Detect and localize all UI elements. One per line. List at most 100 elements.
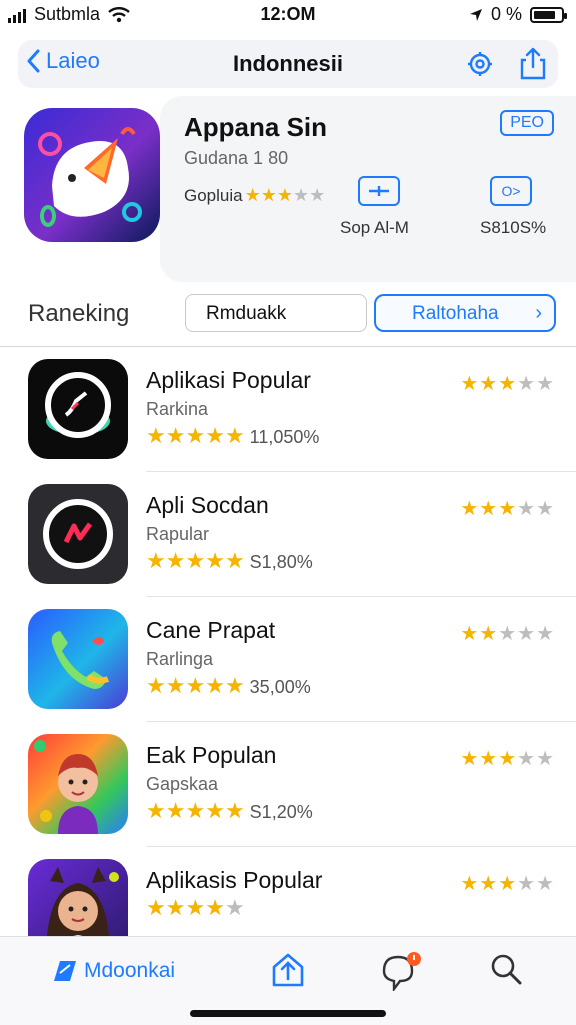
app-tab-icon [54, 961, 76, 981]
action-b-label: S810S% [480, 218, 547, 237]
search-icon[interactable] [488, 951, 524, 987]
star-icon: ★ [205, 895, 225, 920]
app-title: Eak Populan [146, 742, 277, 768]
app-stats: S1,20% [249, 802, 313, 822]
rating-stars: ★★★★★ [146, 675, 245, 698]
star-icon: ★ [244, 185, 261, 205]
app-developer: Gudana 1 80 [184, 148, 289, 168]
star-icon: ★ [293, 185, 310, 205]
star-icon: ★ [460, 498, 479, 520]
segment-option-1[interactable]: Rmduakk [185, 294, 367, 332]
app-rating: ★★★★★ S1,80% [146, 550, 313, 573]
battery-level [534, 10, 555, 19]
list-item[interactable]: Eak Populan Gapskaa ★★★★★ S1,20% ★ ★ ★ ★ ★ [0, 722, 576, 847]
star-icon: ★ [517, 873, 536, 895]
app-title: Aplikasi Popular [146, 367, 311, 393]
app-icon[interactable] [24, 108, 160, 242]
app-subtitle: Gapskaa [146, 774, 219, 794]
star-icon: ★ [517, 748, 536, 770]
star-icon: ★ [205, 798, 225, 823]
star-icon: ★ [498, 373, 517, 395]
bolt-icon [43, 499, 113, 569]
star-icon: ★ [276, 185, 294, 205]
mini-rating-stars: ★ ★ ★ ★ ★ [460, 748, 554, 770]
star-icon: ★ [185, 895, 206, 920]
rating-stars: ★★★★★ [146, 425, 245, 448]
star-icon: ★ [479, 498, 498, 520]
app-subtitle: Rarlinga [146, 649, 214, 669]
star-icon: ★ [224, 423, 245, 448]
star-icon: ★ [165, 798, 186, 823]
star-icon: ★ [479, 748, 498, 770]
app-header: Appana Sin Gudana 1 80 Gopluia ★★★★★ PEO… [0, 96, 576, 286]
gear-icon[interactable] [466, 50, 494, 78]
app-rating: ★★★★★ S1,20% [146, 800, 313, 823]
app-title: Apli Socdan [146, 492, 269, 518]
chevron-right-icon: › [535, 302, 542, 324]
battery-text: 0 % [490, 4, 522, 24]
app-rating: ★★★★★ 11,050% [146, 425, 320, 448]
action-a-label: Sop Al-M [340, 218, 409, 237]
star-icon: ★ [536, 373, 554, 395]
star-icon: ★ [146, 423, 166, 448]
star-icon: ★ [165, 423, 186, 448]
list-item[interactable]: Cane Prapat Rarlinga ★★★★★ 35,00% ★ ★ ★ ★ ★ [0, 597, 576, 722]
star-icon: ★ [536, 873, 554, 895]
star-icon: ★ [479, 873, 498, 895]
star-icon: ★ [205, 673, 225, 698]
star-icon: ★ [205, 548, 225, 573]
rating-stars: ★★★★★ [146, 897, 245, 920]
star-icon: ★ [185, 548, 206, 573]
status-bar: Sutbmla 12:OM 0 % [0, 0, 576, 28]
app-subtitle: Rapular [146, 524, 210, 544]
app-stats: 11,050% [249, 427, 320, 447]
share-icon[interactable] [518, 46, 548, 80]
list-item[interactable]: Apli Socdan Rapular ★★★★★ S1,80% ★ ★ ★ ★ ★ [0, 472, 576, 597]
star-icon: ★ [260, 185, 277, 205]
tab-home-label: Mdoonkai [84, 959, 176, 982]
app-thumb-icon [28, 359, 128, 459]
app-rating: ★★★★★ 35,00% [146, 675, 311, 698]
tab-bar: Mdoonkai [0, 936, 576, 1025]
battery-icon [530, 6, 567, 23]
star-icon: ★ [224, 548, 245, 573]
star-icon: ★ [536, 623, 554, 645]
star-icon: ★ [146, 673, 166, 698]
star-icon: ★ [479, 373, 498, 395]
star-icon: ★ [460, 623, 479, 645]
segment-option-2[interactable]: Raltohaha › [374, 294, 556, 332]
action-a-button[interactable] [358, 176, 400, 206]
location-icon [469, 8, 482, 21]
rating-stars: ★★★★★ [146, 550, 245, 573]
star-icon: ★ [205, 423, 225, 448]
character-icon [34, 740, 98, 834]
star-icon: ★ [536, 748, 554, 770]
star-icon: ★ [146, 798, 166, 823]
list-item[interactable]: Aplikasi Popular Rarkina ★★★★★ 11,050% ★ ★… [0, 347, 576, 472]
star-icon: ★ [479, 623, 498, 645]
star-icon: ★ [460, 748, 479, 770]
star-icon: ★ [146, 548, 166, 573]
tab-house-icon[interactable] [270, 949, 306, 989]
app-thumb-icon [28, 734, 128, 834]
star-icon: ★ [498, 873, 517, 895]
app-title: Aplikasis Popular [146, 867, 323, 893]
app-rating: Gopluia ★★★★★ [184, 186, 325, 206]
nav-bar: Laieo Indonnesii [18, 40, 558, 88]
star-icon: ★ [224, 673, 245, 698]
tab-notifications-icon[interactable] [378, 949, 424, 991]
star-icon: ★ [224, 798, 245, 823]
tab-home[interactable]: Mdoonkai [50, 957, 175, 985]
app-name: Appana Sin [184, 112, 328, 142]
music-ring-icon [45, 372, 111, 438]
segment-option-2-label: Raltohaha [412, 303, 499, 324]
star-icon: ★ [517, 623, 536, 645]
star-icon: ★ [185, 673, 206, 698]
app-stats: S1,80% [249, 552, 313, 572]
star-icon: ★ [309, 185, 326, 205]
star-icon: ★ [517, 498, 536, 520]
action-b-button[interactable]: O> [490, 176, 532, 206]
star-icon: ★ [165, 673, 186, 698]
bird-logo-icon [38, 127, 142, 227]
star-icon: ★ [517, 373, 536, 395]
